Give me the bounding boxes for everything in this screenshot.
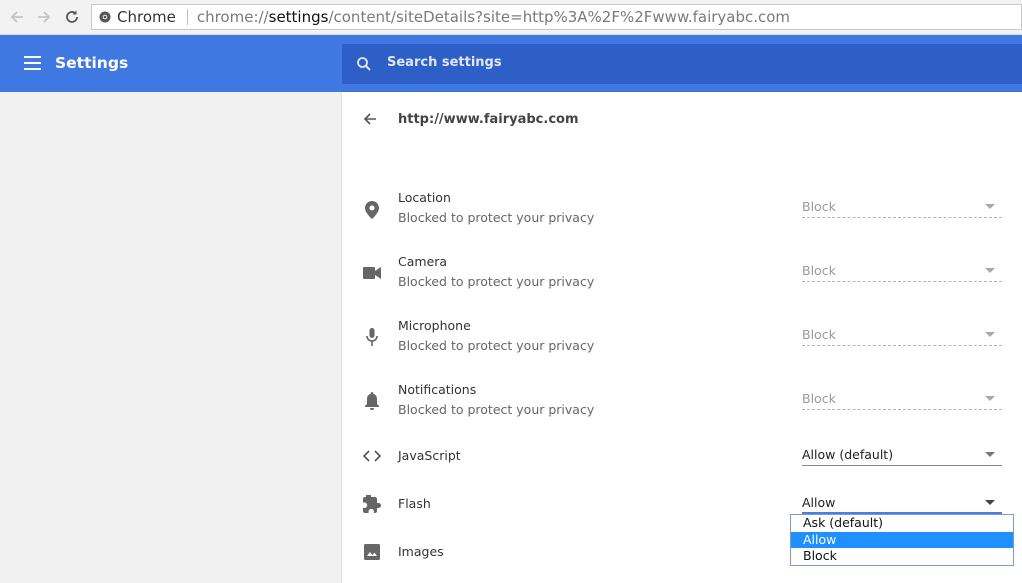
location-select: Block: [802, 196, 1002, 218]
select-value: Block: [802, 327, 836, 342]
chevron-down-icon: [985, 268, 995, 273]
chevron-down-icon: [985, 332, 995, 337]
permission-label: Flash: [398, 496, 431, 511]
javascript-select[interactable]: Allow (default): [802, 444, 1002, 466]
search-bar[interactable]: Search settings: [342, 44, 1022, 84]
location-pin-icon: [362, 200, 382, 220]
permission-label: Notifications: [398, 382, 477, 397]
back-arrow-icon[interactable]: [362, 111, 378, 127]
hamburger-menu-icon[interactable]: [24, 56, 41, 70]
url-rest: /content/siteDetails?site=http%3A%2F%2Fw…: [328, 8, 791, 26]
reload-button[interactable]: [63, 8, 81, 26]
flash-dropdown-menu: Ask (default) Allow Block: [790, 514, 1014, 566]
image-icon: [362, 542, 382, 562]
chevron-down-icon: [985, 396, 995, 401]
site-title: http://www.fairyabc.com: [398, 112, 579, 127]
select-value: Block: [802, 263, 836, 278]
select-value: Allow: [802, 495, 836, 510]
url-prefix: chrome://: [196, 8, 269, 26]
chrome-logo-icon: [99, 11, 111, 23]
permission-label: Images: [398, 544, 444, 559]
site-details-card: http://www.fairyabc.com Location Blocked…: [342, 92, 1022, 583]
permission-sublabel: Blocked to protect your privacy: [398, 338, 595, 353]
chrome-chip-label: Chrome: [117, 8, 176, 26]
chrome-chip: Chrome: [99, 8, 176, 26]
url-text: chrome://settings/content/siteDetails?si…: [197, 8, 790, 26]
camera-icon: [362, 263, 382, 283]
arrow-left-icon: [10, 11, 23, 23]
microphone-icon: [362, 327, 382, 347]
permission-label: Microphone: [398, 318, 471, 333]
permission-sublabel: Blocked to protect your privacy: [398, 274, 595, 289]
browser-toolbar: Chrome chrome://settings/content/siteDet…: [0, 0, 1022, 35]
forward-button[interactable]: [35, 8, 53, 26]
dropdown-option-selected[interactable]: Allow: [791, 531, 1013, 548]
dropdown-option[interactable]: Block: [791, 548, 1013, 565]
flash-select[interactable]: Allow: [802, 492, 1002, 514]
arrow-right-icon: [38, 11, 51, 23]
bell-icon: [362, 391, 382, 411]
search-icon: [357, 57, 371, 71]
permission-label: JavaScript: [398, 448, 461, 463]
select-value: Allow (default): [802, 447, 894, 462]
page-title: Settings: [55, 54, 129, 72]
puzzle-icon: [362, 494, 382, 514]
chevron-down-icon: [985, 500, 995, 505]
permission-label: Location: [398, 190, 451, 205]
code-icon: [362, 446, 382, 466]
chevron-down-icon: [985, 204, 995, 209]
address-bar[interactable]: Chrome chrome://settings/content/siteDet…: [91, 4, 1022, 30]
permission-sublabel: Blocked to protect your privacy: [398, 210, 595, 225]
chevron-down-icon: [985, 452, 995, 457]
camera-select: Block: [802, 260, 1002, 282]
permission-sublabel: Blocked to protect your privacy: [398, 402, 595, 417]
dropdown-option[interactable]: Ask (default): [791, 515, 1013, 532]
omnibox-divider: [186, 9, 188, 25]
settings-header: Settings Search settings: [0, 35, 1022, 92]
reload-icon: [66, 10, 78, 23]
permission-label: Camera: [398, 254, 448, 269]
select-value: Block: [802, 199, 836, 214]
back-button[interactable]: [8, 8, 26, 26]
search-input[interactable]: Search settings: [387, 55, 502, 70]
notifications-select: Block: [802, 388, 1002, 410]
select-value: Block: [802, 391, 836, 406]
microphone-select: Block: [802, 324, 1002, 346]
url-host: settings: [268, 8, 329, 26]
